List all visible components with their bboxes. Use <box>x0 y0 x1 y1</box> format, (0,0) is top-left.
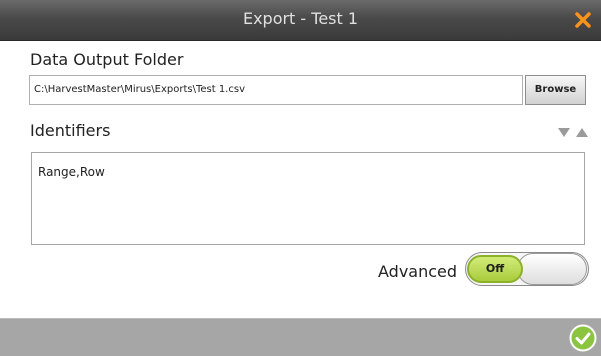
browse-button[interactable]: Browse <box>525 75 586 105</box>
triangle-up-icon[interactable] <box>575 123 589 137</box>
footer-bar <box>0 319 601 356</box>
advanced-toggle[interactable]: Off <box>465 252 589 286</box>
advanced-label: Advanced <box>378 262 458 281</box>
window-title: Export - Test 1 <box>242 9 359 28</box>
title-bar: Export - Test 1 <box>0 0 601 41</box>
toggle-knob <box>517 253 587 285</box>
data-output-folder-label: Data Output Folder <box>30 50 184 69</box>
toggle-state-label: Off <box>467 255 523 283</box>
triangle-down-icon[interactable] <box>557 123 571 137</box>
identifiers-field[interactable]: Range,Row <box>31 152 585 245</box>
close-icon[interactable] <box>574 11 592 29</box>
checkmark-circle-icon[interactable] <box>569 324 597 352</box>
output-path-field[interactable]: C:\HarvestMaster\Mirus\Exports\Test 1.cs… <box>29 75 523 105</box>
identifiers-label: Identifiers <box>30 121 111 140</box>
